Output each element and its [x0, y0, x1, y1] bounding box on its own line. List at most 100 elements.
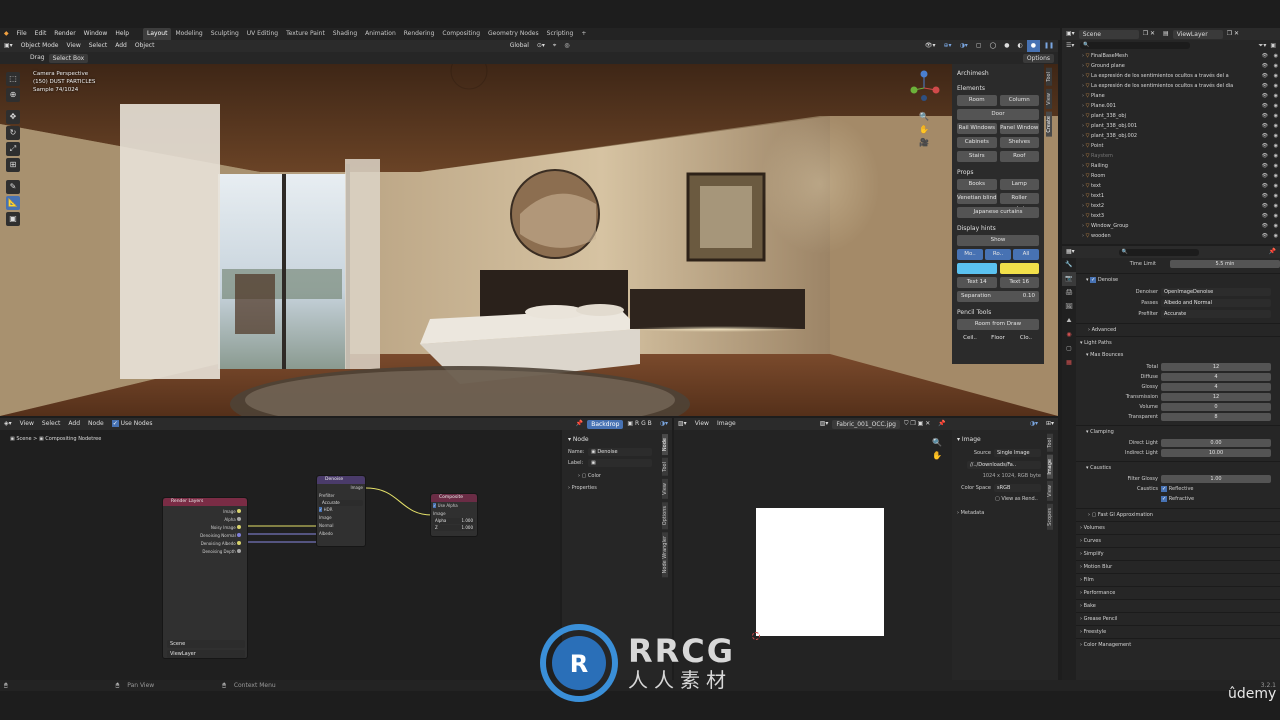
viewlayer-actions-icons[interactable]: ❐ ✕	[1223, 28, 1243, 40]
cabinets-button[interactable]: Cabinets	[957, 137, 997, 148]
room-from-draw-button[interactable]: Room from Draw	[957, 319, 1039, 330]
shelves-button[interactable]: Shelves	[999, 137, 1039, 148]
image-path-field[interactable]: //../Downloads/Fa..	[967, 461, 1041, 469]
show-hints-button[interactable]: Show	[957, 235, 1039, 246]
direct-light-field[interactable]: 0.00	[1161, 439, 1271, 447]
image-menu-image[interactable]: Image	[713, 418, 740, 430]
viewlayer-selector[interactable]: ViewLayer	[1172, 29, 1223, 39]
node-label-field[interactable]: ▣	[588, 459, 652, 467]
tab-scripting[interactable]: Scripting	[543, 28, 578, 40]
visibility-eye-icon[interactable]: 👁	[1262, 171, 1268, 181]
visibility-eye-icon[interactable]: 👁	[1262, 61, 1268, 71]
drag-select-dropdown[interactable]: Select Box	[48, 53, 89, 63]
proportional-edit-icon[interactable]: ◎	[560, 40, 573, 52]
denoise-section[interactable]: ▾ ✓ Denoise	[1076, 273, 1280, 286]
outliner-item[interactable]: › ▽ Plane.001 👁 ◉	[1082, 101, 1280, 111]
image-name-field[interactable]: Fabric_001_OCC.jpg	[832, 419, 900, 429]
composite-z-field[interactable]: Z 1.000	[433, 525, 475, 531]
axis-gizmo-icon[interactable]	[906, 68, 942, 108]
measure-tool-icon[interactable]: 📐	[6, 196, 20, 210]
tab-texture-paint[interactable]: Texture Paint	[282, 28, 329, 40]
door-button[interactable]: Door	[957, 109, 1039, 120]
n-tab-view[interactable]: View	[1046, 88, 1052, 109]
image-tab-tool[interactable]: Tool	[1047, 434, 1053, 452]
tab-animation[interactable]: Animation	[361, 28, 400, 40]
properties-pin-icon[interactable]: 📌	[1265, 246, 1280, 258]
node-name-field[interactable]: ▣ Denoise	[588, 448, 652, 456]
annotate-tool-icon[interactable]: ✎	[6, 180, 20, 194]
camera-view-icon[interactable]: 🎥	[906, 136, 942, 149]
node-tab-options[interactable]: Options	[662, 501, 668, 529]
composite-node[interactable]: Composite ✓ Use Alpha Image Alpha 1.000 Z…	[430, 493, 478, 537]
move-tool-icon[interactable]: ✥	[6, 110, 20, 124]
visibility-eye-icon[interactable]: 👁	[1262, 111, 1268, 121]
scene-props-icon[interactable]: ⛰	[1062, 314, 1076, 328]
light-paths-section[interactable]: ▾ Light Paths	[1076, 336, 1280, 349]
outliner-item[interactable]: › ▽ wooden 👁 ◉	[1082, 231, 1280, 241]
text-size-a-field[interactable]: Text 14	[957, 277, 997, 288]
lamp-button[interactable]: Lamp	[999, 179, 1039, 190]
camera-render-icon[interactable]: ◉	[1274, 221, 1278, 231]
image-menu-view[interactable]: View	[691, 418, 713, 430]
render-props-icon[interactable]: 📷	[1062, 272, 1076, 286]
time-limit-field[interactable]: 5.5 min	[1170, 260, 1280, 268]
display-hints-title[interactable]: Display hints	[957, 223, 1039, 235]
pencil-tools-title[interactable]: Pencil Tools	[957, 307, 1039, 319]
3d-viewport[interactable]: Camera Perspective (150) DUST PARTICLES …	[0, 64, 1058, 416]
image-panel-title[interactable]: ▾ Image	[957, 434, 1041, 446]
scene-selector[interactable]: Scene	[1078, 29, 1139, 39]
properties-section[interactable]: › Simplify	[1076, 547, 1280, 560]
denoise-node[interactable]: Denoise Image Prefilter Accurate ✓ HDR I…	[316, 475, 366, 547]
camera-render-icon[interactable]: ◉	[1274, 141, 1278, 151]
bounce-field[interactable]: 4	[1161, 373, 1271, 381]
add-cube-tool-icon[interactable]: ▣	[6, 212, 20, 226]
blender-logo-icon[interactable]: ◆	[0, 28, 13, 40]
camera-render-icon[interactable]: ◉	[1274, 151, 1278, 161]
n-tab-create[interactable]: Create	[1046, 111, 1052, 137]
camera-render-icon[interactable]: ◉	[1274, 191, 1278, 201]
rotate-tool-icon[interactable]: ↻	[6, 126, 20, 140]
visibility-eye-icon[interactable]: 👁	[1262, 181, 1268, 191]
outliner-item[interactable]: › ▽ La expresión de los sentimientos ocu…	[1082, 81, 1280, 91]
shading-material-icon[interactable]: ◐	[1013, 40, 1026, 52]
texture-props-icon[interactable]: ▦	[1062, 356, 1076, 370]
menu-window[interactable]: Window	[80, 28, 112, 40]
viewport-menu-object[interactable]: Object	[131, 40, 159, 52]
image-tab-image[interactable]: Image	[1047, 454, 1053, 479]
hint-all-button[interactable]: All	[1013, 249, 1039, 260]
outliner-filter-icon[interactable]: ⏷▾	[1259, 42, 1267, 50]
visibility-eye-icon[interactable]: 👁	[1262, 81, 1268, 91]
menu-edit[interactable]: Edit	[31, 28, 51, 40]
stairs-button[interactable]: Stairs	[957, 151, 997, 162]
use-nodes-checkbox[interactable]: ✓ Use Nodes	[108, 418, 157, 430]
properties-section[interactable]: › Grease Pencil	[1076, 612, 1280, 625]
outliner-item[interactable]: › ▽ Ground plane 👁 ◉	[1082, 61, 1280, 71]
render-layers-scene-field[interactable]: Scene	[167, 640, 245, 648]
passes-dropdown[interactable]: Albedo and Normal	[1161, 298, 1271, 307]
outliner-item[interactable]: › ▽ FinalBaseMesh 👁 ◉	[1082, 51, 1280, 61]
image-pin-icon[interactable]: 📌	[934, 418, 949, 430]
tab-geometry-nodes[interactable]: Geometry Nodes	[484, 28, 543, 40]
denoise-hdr-checkbox[interactable]: ✓ HDR	[319, 506, 363, 514]
image-tab-view[interactable]: View	[1047, 481, 1053, 502]
bounce-field[interactable]: 4	[1161, 383, 1271, 391]
menu-file[interactable]: File	[13, 28, 31, 40]
visibility-eye-icon[interactable]: 👁	[1262, 151, 1268, 161]
camera-render-icon[interactable]: ◉	[1274, 211, 1278, 221]
node-overlay-icon[interactable]: ◑▾	[656, 418, 672, 430]
image-browse-icon[interactable]: ▨▾	[816, 418, 833, 430]
outliner-item[interactable]: › ▽ Raystem 👁 ◉	[1082, 151, 1280, 161]
panel-window-button[interactable]: Panel Window	[999, 123, 1039, 134]
channel-icons[interactable]: ▣ R G B	[623, 418, 655, 430]
camera-render-icon[interactable]: ◉	[1274, 171, 1278, 181]
indirect-light-field[interactable]: 10.00	[1161, 449, 1271, 457]
node-menu-node[interactable]: Node	[84, 418, 108, 430]
output-denoising-normal[interactable]: Denoising Normal	[163, 532, 241, 540]
xray-icon[interactable]: ▢	[972, 40, 986, 52]
camera-render-icon[interactable]: ◉	[1274, 181, 1278, 191]
output-noisy-image[interactable]: Noisy Image	[163, 524, 241, 532]
room-button[interactable]: Room	[957, 95, 997, 106]
tab-rendering[interactable]: Rendering	[400, 28, 439, 40]
pan-hand-icon[interactable]: ✋	[906, 123, 942, 136]
bounce-field[interactable]: 0	[1161, 403, 1271, 411]
